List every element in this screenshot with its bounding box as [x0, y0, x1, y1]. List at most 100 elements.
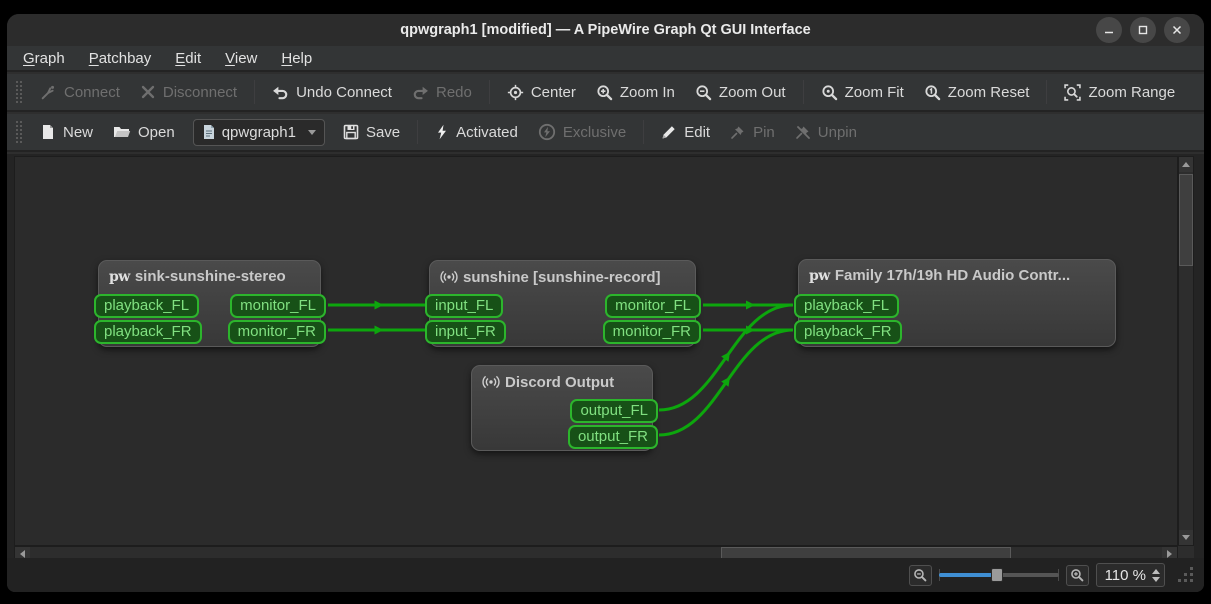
- scroll-down-icon: [1182, 535, 1190, 540]
- open-button[interactable]: Open: [103, 118, 185, 147]
- node-title: sunshine [sunshine-record]: [463, 269, 661, 286]
- port-playback-fl[interactable]: playback_FL: [94, 294, 199, 318]
- zoom-reset-icon: [924, 84, 941, 101]
- toolbar-separator: [643, 120, 644, 144]
- port-playback-fr[interactable]: playback_FR: [94, 320, 202, 344]
- port-output-fl[interactable]: output_FL: [570, 399, 658, 423]
- title-bar[interactable]: qpwgraph1 [modified] — A PipeWire Graph …: [7, 14, 1204, 46]
- zoom-range-icon: [1064, 84, 1081, 101]
- spin-up-icon: [1152, 569, 1160, 574]
- zoom-percent-spinbox[interactable]: 110 %: [1096, 563, 1165, 587]
- redo-button[interactable]: Redo: [402, 78, 482, 107]
- pin-button[interactable]: Pin: [720, 118, 785, 147]
- app-window: qpwgraph1 [modified] — A PipeWire Graph …: [7, 14, 1204, 592]
- node-sunshine[interactable]: sunshine [sunshine-record] input_FL inpu…: [429, 260, 696, 347]
- zoom-in-icon: [596, 84, 613, 101]
- menu-view[interactable]: View: [213, 48, 269, 69]
- toolbar-drag-handle[interactable]: [15, 120, 22, 144]
- zoom-slider-handle[interactable]: [991, 568, 1003, 582]
- close-button[interactable]: [1164, 17, 1190, 43]
- toolbar-separator: [489, 80, 490, 104]
- new-button[interactable]: New: [30, 118, 103, 147]
- toolbar-file-patchbay: New Open qpwgraph1: [7, 114, 1204, 152]
- spin-down-icon: [1152, 577, 1160, 582]
- zoom-slider[interactable]: [939, 565, 1059, 585]
- unpin-button[interactable]: Unpin: [785, 118, 867, 147]
- toolbar-drag-handle[interactable]: [15, 80, 22, 104]
- save-button[interactable]: Save: [333, 118, 410, 147]
- undo-icon: [272, 84, 289, 101]
- window-resize-grip[interactable]: [1178, 567, 1194, 583]
- menu-help[interactable]: Help: [269, 48, 324, 69]
- port-monitor-fl[interactable]: monitor_FL: [605, 294, 701, 318]
- zoom-out-button[interactable]: Zoom Out: [685, 78, 796, 107]
- node-title: Family 17h/19h HD Audio Contr...: [835, 267, 1070, 284]
- menu-graph[interactable]: Graph: [11, 48, 77, 69]
- minimize-icon: [1103, 24, 1115, 36]
- zoom-fit-icon: [821, 84, 838, 101]
- patchbay-file-name: qpwgraph1: [222, 124, 296, 141]
- center-icon: [507, 84, 524, 101]
- port-input-fr[interactable]: input_FR: [425, 320, 506, 344]
- toolbar-separator: [254, 80, 255, 104]
- exclusive-icon: [538, 123, 556, 141]
- node-sink-sunshine-stereo[interactable]: pw sink-sunshine-stereo playback_FL play…: [98, 260, 321, 347]
- disconnect-button[interactable]: Disconnect: [130, 78, 247, 107]
- status-zoom-out-button[interactable]: [909, 565, 932, 586]
- activated-toggle[interactable]: Activated: [425, 118, 528, 147]
- combo-dropdown-arrow-icon: [308, 130, 316, 135]
- connect-button[interactable]: Connect: [30, 78, 130, 107]
- port-playback-fl[interactable]: playback_FL: [794, 294, 899, 318]
- zoom-out-icon: [913, 568, 927, 582]
- stream-icon: [482, 373, 500, 391]
- graph-canvas[interactable]: pw sink-sunshine-stereo playback_FL play…: [14, 156, 1178, 546]
- scroll-right-icon: [1167, 550, 1172, 558]
- stream-icon: [440, 268, 458, 286]
- zoom-in-icon: [1070, 568, 1084, 582]
- node-title: sink-sunshine-stereo: [135, 268, 286, 285]
- activated-icon: [435, 124, 449, 140]
- zoom-slider-fill: [939, 573, 995, 577]
- pipewire-icon: pw: [109, 270, 130, 284]
- toolbar-separator: [417, 120, 418, 144]
- node-title: Discord Output: [505, 374, 614, 391]
- menu-patchbay[interactable]: Patchbay: [77, 48, 164, 69]
- maximize-button[interactable]: [1130, 17, 1156, 43]
- zoom-reset-button[interactable]: Zoom Reset: [914, 78, 1040, 107]
- scroll-down-button[interactable]: [1179, 530, 1193, 545]
- open-folder-icon: [113, 124, 131, 140]
- port-monitor-fl[interactable]: monitor_FL: [230, 294, 326, 318]
- patchbay-file-combo[interactable]: qpwgraph1: [193, 119, 325, 146]
- edit-pencil-icon: [661, 124, 677, 140]
- zoom-percent-value: 110 %: [1105, 567, 1146, 584]
- port-playback-fr[interactable]: playback_FR: [794, 320, 902, 344]
- toolbar-graph-commands: Connect Disconnect Undo Connect Redo: [7, 74, 1204, 112]
- undo-connect-button[interactable]: Undo Connect: [262, 78, 402, 107]
- exclusive-toggle[interactable]: Exclusive: [528, 117, 636, 147]
- port-output-fr[interactable]: output_FR: [568, 425, 658, 449]
- edit-button[interactable]: Edit: [651, 118, 720, 147]
- port-monitor-fr[interactable]: monitor_FR: [228, 320, 326, 344]
- disconnect-icon: [140, 84, 156, 100]
- zoom-fit-button[interactable]: Zoom Fit: [811, 78, 914, 107]
- menu-bar: Graph Patchbay Edit View Help: [7, 46, 1204, 72]
- redo-icon: [412, 84, 429, 101]
- spinbox-arrows[interactable]: [1152, 569, 1160, 582]
- pipewire-icon: pw: [809, 269, 830, 283]
- zoom-in-button[interactable]: Zoom In: [586, 78, 685, 107]
- vertical-scrollbar[interactable]: [1178, 156, 1194, 546]
- connect-icon: [40, 84, 57, 101]
- center-button[interactable]: Center: [497, 78, 586, 107]
- node-discord-output[interactable]: Discord Output output_FL output_FR: [471, 365, 653, 451]
- menu-edit[interactable]: Edit: [163, 48, 213, 69]
- toolbar-separator: [1046, 80, 1047, 104]
- scroll-up-button[interactable]: [1179, 157, 1193, 172]
- node-family-hd-audio[interactable]: pw Family 17h/19h HD Audio Contr... play…: [798, 259, 1116, 347]
- unpin-icon: [795, 124, 811, 140]
- vertical-scroll-thumb[interactable]: [1179, 174, 1193, 266]
- zoom-range-button[interactable]: Zoom Range: [1054, 78, 1185, 107]
- status-zoom-in-button[interactable]: [1066, 565, 1089, 586]
- port-input-fl[interactable]: input_FL: [425, 294, 503, 318]
- port-monitor-fr[interactable]: monitor_FR: [603, 320, 701, 344]
- minimize-button[interactable]: [1096, 17, 1122, 43]
